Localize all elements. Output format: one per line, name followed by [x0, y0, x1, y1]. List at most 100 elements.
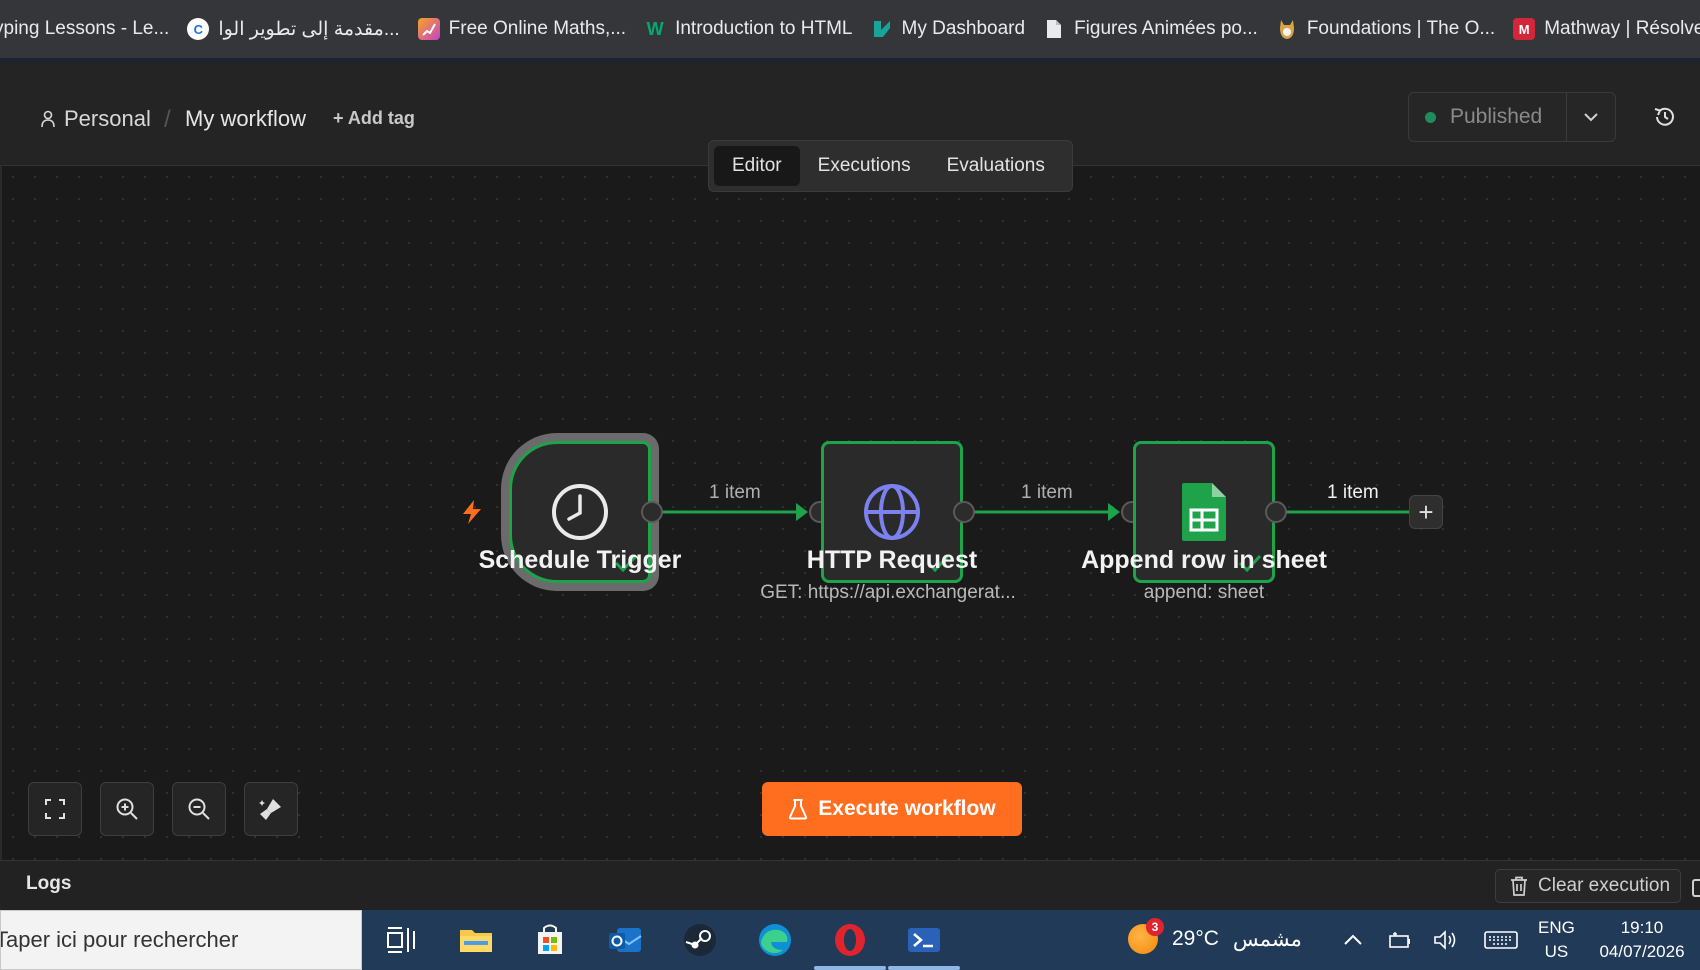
logs-panel: Logs Clear execution	[0, 860, 1700, 910]
bookmark-maths[interactable]: Free Online Maths,...	[409, 9, 635, 49]
weather-badge: 3	[1146, 918, 1164, 936]
chevron-down-icon	[1584, 113, 1598, 122]
bookmark-label: Free Online Maths,...	[448, 18, 627, 39]
weather-widget[interactable]: 3 29°C مشمس	[1128, 918, 1302, 954]
windows-taskbar: Taper ici pour rechercher 3 29°C مشمس EN…	[0, 910, 1700, 970]
terminal-icon[interactable]	[906, 922, 942, 958]
publish-status-label: Published	[1450, 105, 1543, 128]
bookmark-figures[interactable]: Figures Animées po...	[1034, 9, 1267, 49]
project-breadcrumb[interactable]: Personal	[40, 106, 151, 132]
clear-execution-label: Clear execution	[1538, 875, 1671, 896]
opera-icon[interactable]	[832, 922, 868, 958]
battery-icon[interactable]	[1386, 928, 1412, 952]
odin-icon	[1276, 18, 1298, 40]
weather-temp: 29°C	[1172, 927, 1219, 950]
sun-icon: 3	[1128, 918, 1164, 954]
clock-time: 19:10	[1620, 918, 1664, 937]
add-tag-button[interactable]: + Add tag	[333, 108, 415, 129]
volume-icon[interactable]	[1432, 928, 1458, 952]
keyboard-icon[interactable]	[1484, 928, 1518, 952]
maths-icon	[417, 18, 440, 40]
system-clock[interactable]: 19:10 04/07/2026	[1592, 916, 1692, 964]
tab-executions[interactable]: Executions	[800, 146, 929, 186]
bookmark-label: مقدمة إلى تطوير الوا...	[218, 18, 400, 40]
breadcrumb-separator: /	[164, 106, 171, 133]
zoom-out-icon	[188, 798, 210, 820]
active-app-indicator	[888, 966, 960, 970]
bookmark-label: Introduction to HTML	[675, 18, 853, 39]
node-title: Schedule Trigger	[478, 546, 682, 574]
bookmark-coursera[interactable]: C مقدمة إلى تطوير الوا...	[178, 9, 408, 49]
outlook-icon[interactable]	[607, 922, 643, 958]
fit-view-button[interactable]	[28, 782, 82, 836]
clock-icon	[552, 484, 608, 540]
bookmark-label: Foundations | The O...	[1306, 18, 1496, 39]
bookmark-html-intro[interactable]: W Introduction to HTML	[635, 9, 861, 49]
output-handle[interactable]	[953, 501, 975, 523]
clock-date: 04/07/2026	[1599, 942, 1685, 961]
workflow-name[interactable]: My workflow	[185, 106, 306, 132]
fit-view-icon	[45, 799, 65, 819]
trash-icon	[1511, 876, 1527, 896]
steam-icon[interactable]	[682, 922, 718, 958]
tab-evaluations[interactable]: Evaluations	[929, 146, 1063, 186]
connection-arrow	[796, 503, 808, 521]
flask-icon	[789, 799, 808, 820]
node-title: HTTP Request	[806, 546, 978, 574]
bookmark-odin[interactable]: Foundations | The O...	[1267, 9, 1504, 49]
tab-editor[interactable]: Editor	[714, 146, 800, 186]
zoom-in-button[interactable]	[100, 782, 154, 836]
logs-title[interactable]: Logs	[26, 873, 71, 895]
node-subtitle: append: sheet	[1143, 582, 1265, 603]
user-icon	[41, 110, 55, 128]
bookmark-typing[interactable]: yping Lessons - Le...	[0, 9, 178, 49]
view-tabs: Editor Executions Evaluations	[708, 140, 1073, 192]
zoom-in-icon	[116, 798, 138, 820]
file-explorer-icon[interactable]	[458, 922, 494, 958]
chevron-up-icon[interactable]	[1340, 928, 1366, 952]
add-node-button[interactable]: +	[1409, 495, 1443, 529]
microsoft-store-icon[interactable]	[532, 922, 568, 958]
connection-arrow	[1108, 503, 1120, 521]
w3-icon: W	[646, 18, 664, 39]
taskbar-search-input[interactable]: Taper ici pour rechercher	[0, 910, 362, 970]
publish-status-button[interactable]: Published	[1409, 93, 1567, 141]
execute-workflow-button[interactable]: Execute workflow	[762, 782, 1022, 836]
history-icon[interactable]	[1652, 104, 1678, 130]
output-handle[interactable]	[1265, 501, 1287, 523]
google-sheets-icon	[1182, 483, 1226, 541]
tidy-up-button[interactable]	[244, 782, 298, 836]
workflow-canvas[interactable]: Schedule Trigger HTTP Request GET: https…	[0, 166, 1700, 860]
output-handle[interactable]	[641, 501, 663, 523]
bookmark-label: Mathway | Résolveu...	[1544, 18, 1700, 39]
execute-workflow-label: Execute workflow	[818, 797, 996, 820]
bookmark-label: yping Lessons - Le...	[0, 18, 170, 39]
status-dot	[1425, 111, 1436, 123]
edge-icon[interactable]	[757, 922, 793, 958]
globe-icon	[864, 484, 920, 540]
bookmarks-bar: yping Lessons - Le... C مقدمة إلى تطوير …	[0, 0, 1700, 62]
lang-region: US	[1544, 942, 1569, 961]
publish-dropdown-button[interactable]	[1567, 93, 1615, 141]
zoom-out-button[interactable]	[172, 782, 226, 836]
connection-label: 1 item	[709, 482, 761, 503]
coursera-icon: C	[187, 18, 210, 40]
input-language[interactable]: ENG US	[1538, 916, 1575, 964]
dashboard-icon	[871, 18, 893, 40]
document-icon	[1043, 18, 1065, 40]
connection-label: 1 item	[1021, 482, 1073, 503]
project-name: Personal	[64, 106, 151, 131]
mathway-icon: M	[1513, 18, 1536, 40]
bookmark-label: Figures Animées po...	[1074, 18, 1258, 39]
panel-toggle-icon[interactable]	[1692, 879, 1700, 897]
weather-condition: مشمس	[1232, 927, 1302, 951]
tidy-up-icon	[259, 799, 281, 820]
bookmark-dashboard[interactable]: My Dashboard	[862, 9, 1035, 49]
task-view-icon[interactable]	[383, 922, 419, 958]
active-app-indicator	[814, 966, 886, 970]
publish-control: Published	[1408, 92, 1616, 142]
bookmark-mathway[interactable]: M Mathway | Résolveu...	[1504, 9, 1700, 49]
lang-code: ENG	[1538, 918, 1575, 937]
clear-execution-button[interactable]: Clear execution	[1495, 869, 1681, 903]
search-placeholder: Taper ici pour rechercher	[0, 927, 239, 952]
